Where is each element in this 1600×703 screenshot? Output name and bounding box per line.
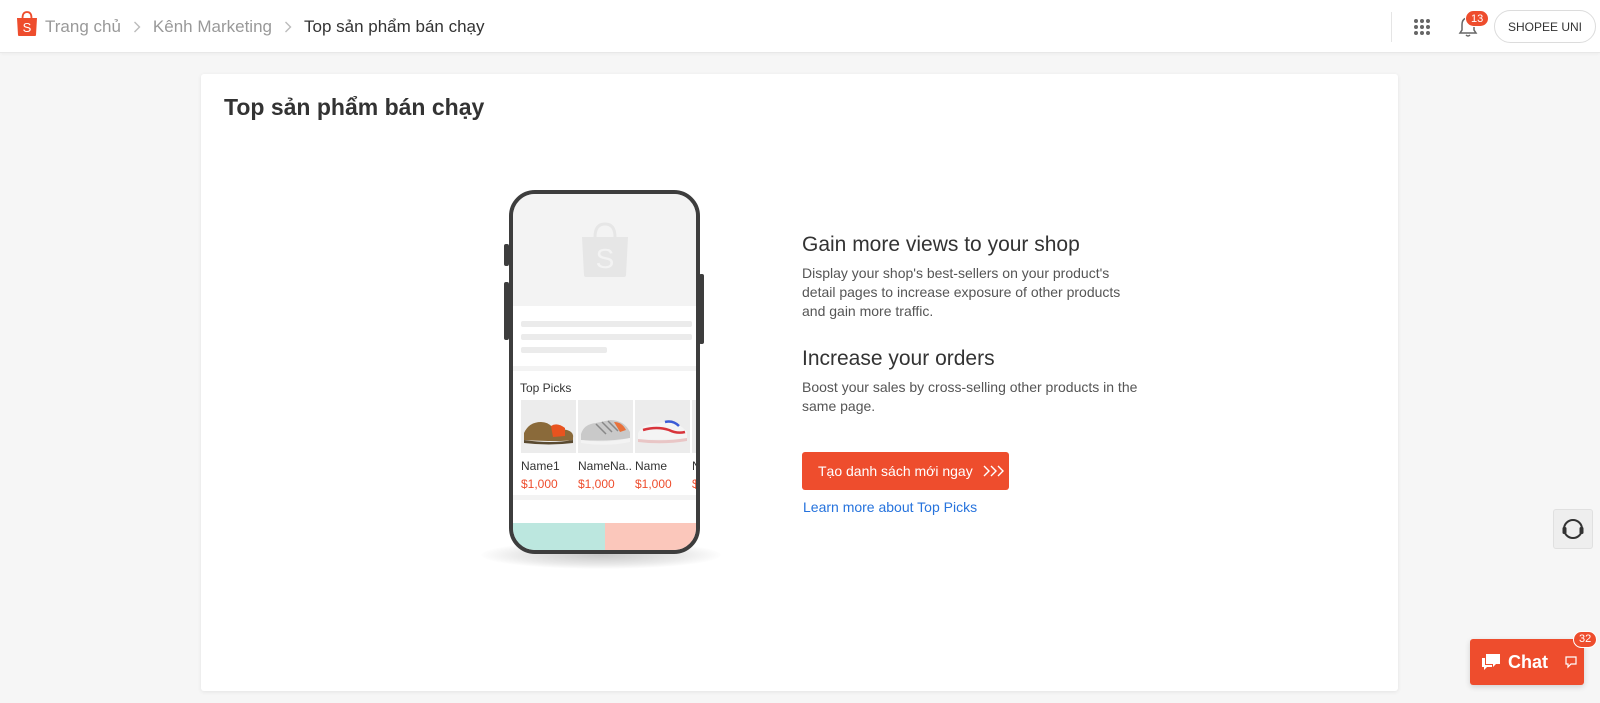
- product-name: Name1: [521, 459, 560, 473]
- product-card: N $: [692, 400, 700, 491]
- product-name: N: [692, 459, 700, 473]
- svg-text:S: S: [596, 243, 615, 274]
- learn-more-link[interactable]: Learn more about Top Picks: [803, 499, 977, 515]
- header-divider: [1391, 12, 1392, 42]
- feature-description: Display your shop's best-sellers on your…: [802, 265, 1121, 319]
- shoe-image-icon: [578, 400, 633, 453]
- product-image: [692, 400, 696, 453]
- notification-badge: 13: [1465, 10, 1490, 27]
- product-price: $1,000: [635, 477, 672, 491]
- placeholder-line: [521, 321, 692, 327]
- feature-title: Increase your orders: [802, 347, 995, 370]
- product-name: NameNa...: [578, 459, 633, 473]
- product-card: NameNa... $1,000: [578, 400, 633, 491]
- headset-icon: [1562, 519, 1584, 539]
- chat-label: Chat: [1508, 651, 1548, 672]
- product-card: Name1 $1,000: [521, 400, 576, 491]
- shoe-image-icon: [521, 400, 576, 453]
- chevron-right-icon: [133, 21, 141, 33]
- product-name: Name: [635, 459, 668, 473]
- phone-bottom-bar-left: [513, 523, 605, 550]
- top-picks-label: Top Picks: [520, 381, 572, 395]
- breadcrumb: Trang chủ Kênh Marketing Top sản phẩm bá…: [45, 0, 485, 53]
- customer-support-button[interactable]: [1553, 509, 1593, 549]
- chat-badge: 32: [1573, 631, 1598, 648]
- svg-text:S: S: [23, 20, 32, 35]
- create-list-button[interactable]: Tạo danh sách mới ngay: [802, 452, 1009, 490]
- phone-divider: [513, 366, 696, 371]
- feature-description: Boost your sales by cross-selling other …: [802, 379, 1138, 414]
- chat-button[interactable]: Chat: [1470, 639, 1584, 685]
- breadcrumb-current: Top sản phẩm bán chạy: [304, 16, 485, 36]
- phone-illustration: S Top Picks Name1 $1,000 NameNa... $1,00…: [509, 190, 700, 554]
- shoe-image-icon: [635, 400, 690, 453]
- page-title: Top sản phẩm bán chạy: [224, 94, 485, 120]
- feature-title: Gain more views to your shop: [802, 233, 1080, 256]
- chat-expand-icon[interactable]: [1564, 655, 1578, 669]
- top-bar: S Trang chủ Kênh Marketing Top sản phẩm …: [0, 0, 1600, 53]
- chevron-right-icon: [284, 21, 292, 33]
- product-price: $: [692, 477, 699, 491]
- product-price: $1,000: [521, 477, 558, 491]
- product-price: $1,000: [578, 477, 615, 491]
- triple-chevron-right-icon: [983, 465, 1004, 477]
- shop-account-button[interactable]: SHOPEE UNI: [1494, 10, 1596, 43]
- apps-grid-icon[interactable]: [1413, 18, 1431, 36]
- placeholder-line: [521, 334, 692, 340]
- breadcrumb-home[interactable]: Trang chủ: [45, 17, 121, 37]
- chat-bubble-icon: [1482, 654, 1500, 670]
- placeholder-line: [521, 347, 607, 353]
- create-list-button-label: Tạo danh sách mới ngay: [818, 463, 973, 479]
- phone-divider: [513, 495, 696, 500]
- breadcrumb-marketing[interactable]: Kênh Marketing: [153, 17, 272, 37]
- phone-bottom-bar-right: [604, 523, 696, 550]
- shopping-bag-icon: S: [582, 222, 628, 277]
- product-card: Name $1,000: [635, 400, 690, 491]
- shopee-logo[interactable]: S: [15, 10, 39, 37]
- main-card: Top sản phẩm bán chạy S Top Picks Name1 …: [201, 74, 1398, 691]
